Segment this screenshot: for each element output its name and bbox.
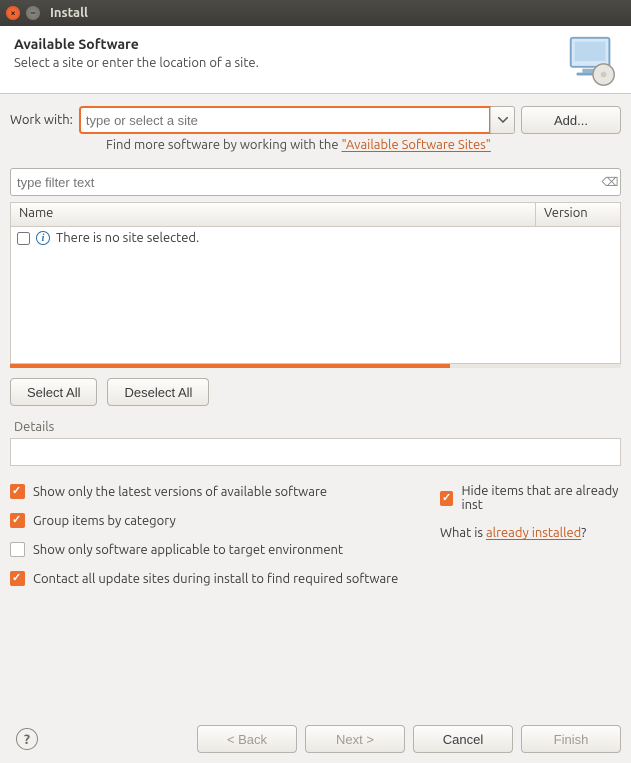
add-button[interactable]: Add... — [521, 106, 621, 134]
minimize-icon[interactable]: – — [26, 6, 40, 20]
opt-contact-sites[interactable]: Contact all update sites during install … — [10, 571, 410, 586]
opt-group-label: Group items by category — [33, 514, 176, 528]
checkbox-group[interactable] — [10, 513, 25, 528]
what-is-text: What is already installed? — [440, 526, 621, 540]
col-version[interactable]: Version — [536, 203, 620, 226]
next-button[interactable]: Next > — [305, 725, 405, 753]
help-icon[interactable]: ? — [16, 728, 38, 750]
row-checkbox[interactable] — [17, 232, 30, 245]
progress-track — [10, 364, 621, 368]
cancel-button[interactable]: Cancel — [413, 725, 513, 753]
install-image-icon — [563, 32, 621, 90]
select-all-button[interactable]: Select All — [10, 378, 97, 406]
info-icon: i — [36, 231, 50, 245]
find-more-text: Find more software by working with the "… — [106, 138, 621, 152]
opt-group-category[interactable]: Group items by category — [10, 513, 410, 528]
what-is-suffix: ? — [581, 526, 586, 540]
checkbox-target[interactable] — [10, 542, 25, 557]
opt-latest-only[interactable]: Show only the latest versions of availab… — [10, 484, 410, 499]
options-area: Show only the latest versions of availab… — [10, 484, 621, 586]
work-with-input[interactable] — [80, 107, 490, 133]
available-sites-link[interactable]: "Available Software Sites" — [342, 138, 491, 152]
checkbox-hide[interactable] — [440, 491, 453, 506]
finish-button[interactable]: Finish — [521, 725, 621, 753]
banner-subheading: Select a site or enter the location of a… — [14, 56, 617, 70]
chevron-down-icon[interactable] — [490, 107, 514, 133]
deselect-all-button[interactable]: Deselect All — [107, 378, 209, 406]
progress-bar — [10, 364, 450, 368]
clear-icon[interactable]: ⌫ — [600, 175, 620, 189]
titlebar: × – Install — [0, 0, 631, 26]
checkbox-latest[interactable] — [10, 484, 25, 499]
filter-input[interactable] — [11, 175, 600, 190]
find-more-prefix: Find more software by working with the — [106, 138, 342, 152]
checkbox-contact[interactable] — [10, 571, 25, 586]
opt-target-env[interactable]: Show only software applicable to target … — [10, 542, 410, 557]
what-is-prefix: What is — [440, 526, 486, 540]
opt-target-label: Show only software applicable to target … — [33, 543, 343, 557]
wizard-banner: Available Software Select a site or ente… — [0, 26, 631, 94]
empty-message: There is no site selected. — [56, 231, 199, 245]
wizard-footer: ? < Back Next > Cancel Finish — [0, 715, 631, 763]
already-installed-link[interactable]: already installed — [486, 526, 581, 540]
opt-latest-label: Show only the latest versions of availab… — [33, 485, 327, 499]
close-icon[interactable]: × — [6, 6, 20, 20]
software-table: Name Version i There is no site selected… — [10, 202, 621, 364]
col-name[interactable]: Name — [11, 203, 536, 226]
work-with-label: Work with: — [10, 113, 73, 127]
back-button[interactable]: < Back — [197, 725, 297, 753]
details-box — [10, 438, 621, 466]
table-row: i There is no site selected. — [11, 227, 620, 249]
details-label: Details — [14, 420, 621, 434]
filter-box[interactable]: ⌫ — [10, 168, 621, 196]
window-title: Install — [50, 6, 88, 20]
work-with-combo[interactable] — [79, 106, 515, 134]
banner-heading: Available Software — [14, 36, 617, 52]
table-header: Name Version — [11, 203, 620, 227]
opt-contact-label: Contact all update sites during install … — [33, 572, 398, 586]
opt-hide-label: Hide items that are already inst — [461, 484, 621, 512]
opt-hide-installed[interactable]: Hide items that are already inst — [440, 484, 621, 512]
